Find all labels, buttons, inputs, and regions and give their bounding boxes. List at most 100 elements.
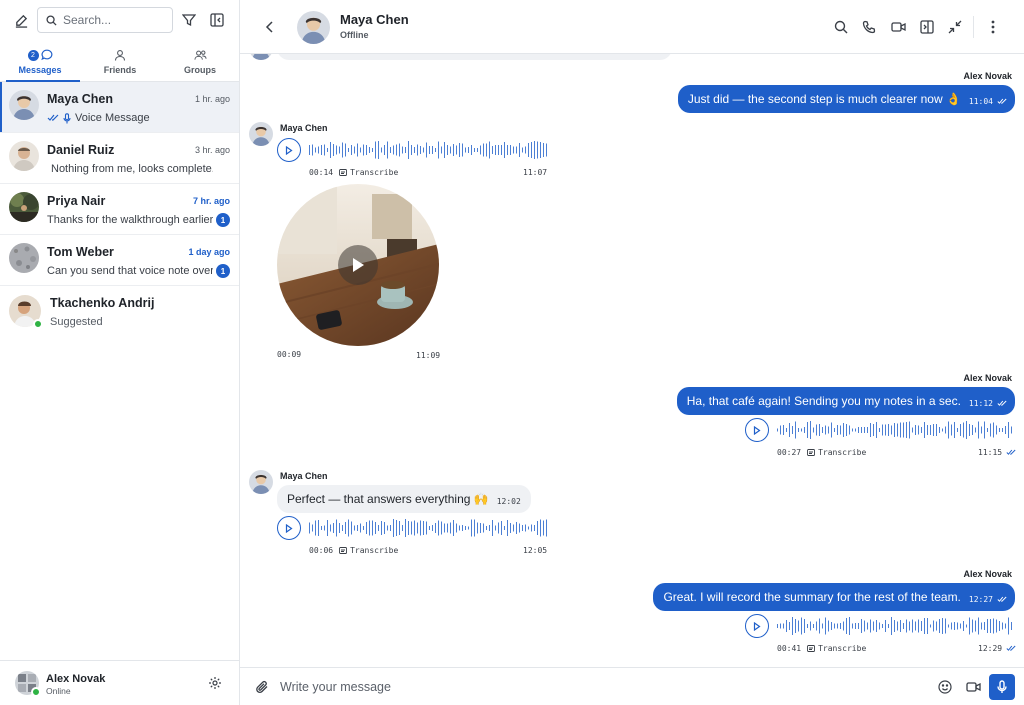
conversation-time: 7 hr. ago <box>192 196 230 206</box>
side-panel-icon[interactable] <box>915 15 939 39</box>
filter-icon[interactable] <box>177 8 201 32</box>
search-input[interactable]: Search... <box>37 7 173 33</box>
play-button[interactable] <box>277 516 301 540</box>
tab-groups[interactable]: Groups <box>160 44 240 81</box>
chat-bubble-icon <box>40 49 52 61</box>
conversation-preview-text: Nothing from me, looks complete. <box>51 163 213 175</box>
unread-badge: 1 <box>216 264 230 278</box>
message-text: Great. I will record the summary for the… <box>663 590 961 604</box>
conversation-item[interactable]: Daniel Ruiz 3 hr. ago Nothing from me, l… <box>0 133 239 184</box>
voice-duration: 00:41 <box>777 644 802 653</box>
conversation-time: 1 day ago <box>188 247 230 257</box>
record-voice-button[interactable] <box>989 674 1015 700</box>
unread-badge: 1 <box>216 213 230 227</box>
voice-duration: 00:14 <box>309 168 334 177</box>
voice-meta: 00:06 Transcribe <box>309 546 398 555</box>
conversation-preview: Thanks for the walkthrough earlier... <box>47 214 213 226</box>
settings-gear-icon[interactable] <box>203 671 227 695</box>
online-status-dot <box>31 687 41 697</box>
tab-friends-label: Friends <box>103 65 137 75</box>
voice-duration: 00:06 <box>309 546 334 555</box>
sidebar-tabs: 2 Messages Friends Groups <box>0 44 240 82</box>
conversation-preview: Voice Message <box>47 112 150 124</box>
play-icon <box>285 523 293 533</box>
collapse-sidebar-icon[interactable] <box>205 8 229 32</box>
transcribe-label: Transcribe <box>818 448 867 457</box>
voice-waveform[interactable] <box>776 614 1014 638</box>
conversation-item[interactable]: Priya Nair 7 hr. ago Thanks for the walk… <box>0 184 239 235</box>
double-check-icon <box>1006 645 1016 651</box>
suggested-contact[interactable]: Tkachenko Andrij Suggested <box>0 286 239 338</box>
video-duration: 00:09 <box>277 350 302 359</box>
tab-messages[interactable]: 2 Messages <box>0 44 80 82</box>
tab-groups-label: Groups <box>183 65 216 75</box>
play-button[interactable] <box>277 138 301 162</box>
transcribe-icon <box>339 547 348 554</box>
compose-icon[interactable] <box>9 8 33 32</box>
message-time: 12:29 <box>978 644 1003 653</box>
conversation-preview-text: Can you send that voice note over... <box>47 265 213 277</box>
conversation-item[interactable]: Tom Weber 1 day ago Can you send that vo… <box>0 235 239 286</box>
back-chevron-icon[interactable] <box>258 15 282 39</box>
video-play-button[interactable] <box>338 245 378 285</box>
voice-waveform[interactable] <box>308 138 548 162</box>
emoji-icon[interactable] <box>933 675 957 699</box>
message-bubble[interactable]: Great. I will record the summary for the… <box>653 583 1015 611</box>
suggested-label: Suggested <box>50 316 103 328</box>
message-list: Alex Novak Just did — the second step is… <box>240 54 1024 667</box>
message-time: 11:04 <box>968 96 993 106</box>
message-text: Ha, that café again! Sending you my note… <box>686 394 961 408</box>
transcribe-icon <box>339 169 348 176</box>
tab-friends[interactable]: Friends <box>80 44 160 81</box>
message-input[interactable]: Write your message <box>280 680 391 694</box>
attachment-paperclip-icon[interactable] <box>250 675 274 699</box>
voice-meta: 00:27 Transcribe <box>777 448 866 457</box>
message-time: 12:02 <box>496 496 521 506</box>
message-time: 11:15 <box>978 448 1003 457</box>
minimize-icon[interactable] <box>943 15 967 39</box>
message-composer: Write your message <box>240 667 1024 705</box>
voice-waveform[interactable] <box>776 418 1014 442</box>
current-user-bar: Alex Novak Online <box>0 660 239 705</box>
message-bubble[interactable]: Perfect — that answers everything 🙌 12:0… <box>277 485 531 513</box>
search-placeholder: Search... <box>63 13 112 27</box>
avatar <box>249 122 273 146</box>
transcribe-icon <box>807 645 816 652</box>
transcribe-button[interactable]: Transcribe <box>807 644 866 653</box>
message-time: 11:09 <box>416 351 441 360</box>
search-icon[interactable] <box>829 15 853 39</box>
microphone-icon <box>997 680 1007 693</box>
conversation-name: Priya Nair <box>47 194 106 208</box>
voice-waveform[interactable] <box>308 516 548 540</box>
video-camera-icon[interactable] <box>886 15 910 39</box>
transcribe-button[interactable]: Transcribe <box>807 448 866 457</box>
message-bubble <box>277 54 672 60</box>
conversation-item[interactable]: Maya Chen 1 hr. ago Voice Message <box>0 82 239 133</box>
video-message[interactable] <box>277 184 439 346</box>
more-options-icon[interactable] <box>981 15 1005 39</box>
sidebar-toolbar: Search... <box>0 0 240 40</box>
sidebar: Search... 2 Messages Friends Groups Maya… <box>0 0 240 705</box>
avatar[interactable] <box>297 11 330 44</box>
play-button[interactable] <box>745 614 769 638</box>
conversation-time: 3 hr. ago <box>194 145 230 155</box>
sender-name: Alex Novak <box>963 373 1012 383</box>
sender-name: Maya Chen <box>280 123 328 133</box>
avatar <box>9 192 39 222</box>
message-bubble[interactable]: Just did — the second step is much clear… <box>677 85 1015 113</box>
users-icon <box>193 50 207 60</box>
avatar <box>9 141 39 171</box>
chat-header: Maya Chen Offline <box>240 0 1024 54</box>
transcribe-button[interactable]: Transcribe <box>339 546 398 555</box>
phone-icon[interactable] <box>857 15 881 39</box>
play-icon <box>353 258 364 272</box>
transcribe-button[interactable]: Transcribe <box>339 168 398 177</box>
play-button[interactable] <box>745 418 769 442</box>
transcribe-label: Transcribe <box>818 644 867 653</box>
chat-contact-status: Offline <box>340 30 369 40</box>
message-bubble[interactable]: Ha, that café again! Sending you my note… <box>676 387 1015 415</box>
double-check-icon <box>997 400 1007 406</box>
conversation-preview: Can you send that voice note over... <box>47 265 213 277</box>
video-message-icon[interactable] <box>961 675 985 699</box>
header-divider <box>973 16 974 38</box>
